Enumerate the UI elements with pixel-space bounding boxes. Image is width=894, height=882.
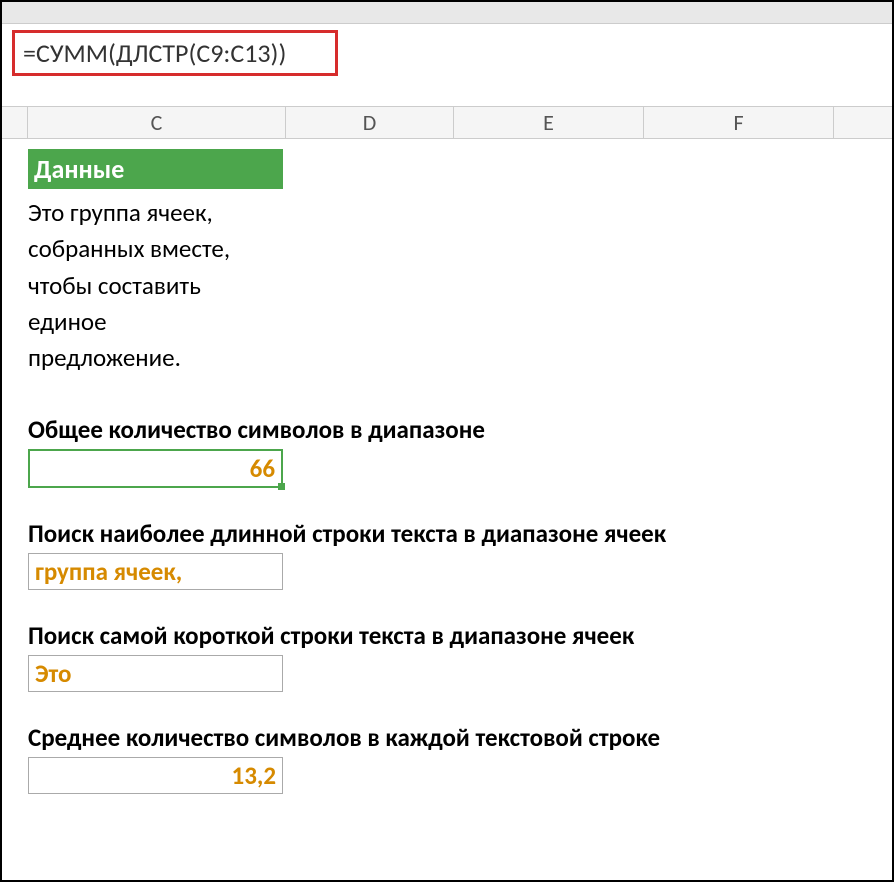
value-shortest: Это: [35, 658, 71, 689]
value-longest: группа ячеек,: [35, 556, 182, 587]
data-text-block[interactable]: Это группа ячеек, собранных вместе, чтоб…: [28, 195, 866, 376]
column-headers: C D E F: [2, 106, 892, 139]
value-total-chars: 66: [250, 453, 275, 484]
row-header-spacer: [2, 107, 28, 138]
data-line-5: предложение.: [28, 340, 866, 376]
cell-shortest[interactable]: Это: [28, 655, 283, 692]
cell-total-chars[interactable]: 66: [28, 449, 283, 488]
window-top-bar: [2, 2, 892, 24]
label-total-chars: Общее количество символов в диапазоне: [28, 414, 866, 445]
cell-longest[interactable]: группа ячеек,: [28, 553, 283, 590]
label-average: Среднее количество символов в каждой тек…: [28, 722, 866, 753]
cell-average[interactable]: 13,2: [28, 757, 283, 794]
data-line-1: Это группа ячеек,: [28, 195, 866, 231]
label-longest: Поиск наиболее длинной строки текста в д…: [28, 518, 866, 549]
data-line-2: собранных вместе,: [28, 231, 866, 267]
column-header-c[interactable]: C: [28, 107, 286, 138]
formula-bar[interactable]: =СУММ(ДЛСТР(C9:C13)): [12, 30, 338, 76]
data-line-3: чтобы составить: [28, 268, 866, 304]
column-header-f[interactable]: F: [644, 107, 834, 138]
value-average: 13,2: [232, 760, 276, 791]
header-cell-data[interactable]: Данные: [28, 149, 283, 189]
column-header-d[interactable]: D: [286, 107, 454, 138]
column-header-e[interactable]: E: [454, 107, 644, 138]
label-shortest: Поиск самой короткой строки текста в диа…: [28, 620, 866, 651]
data-line-4: единое: [28, 304, 866, 340]
